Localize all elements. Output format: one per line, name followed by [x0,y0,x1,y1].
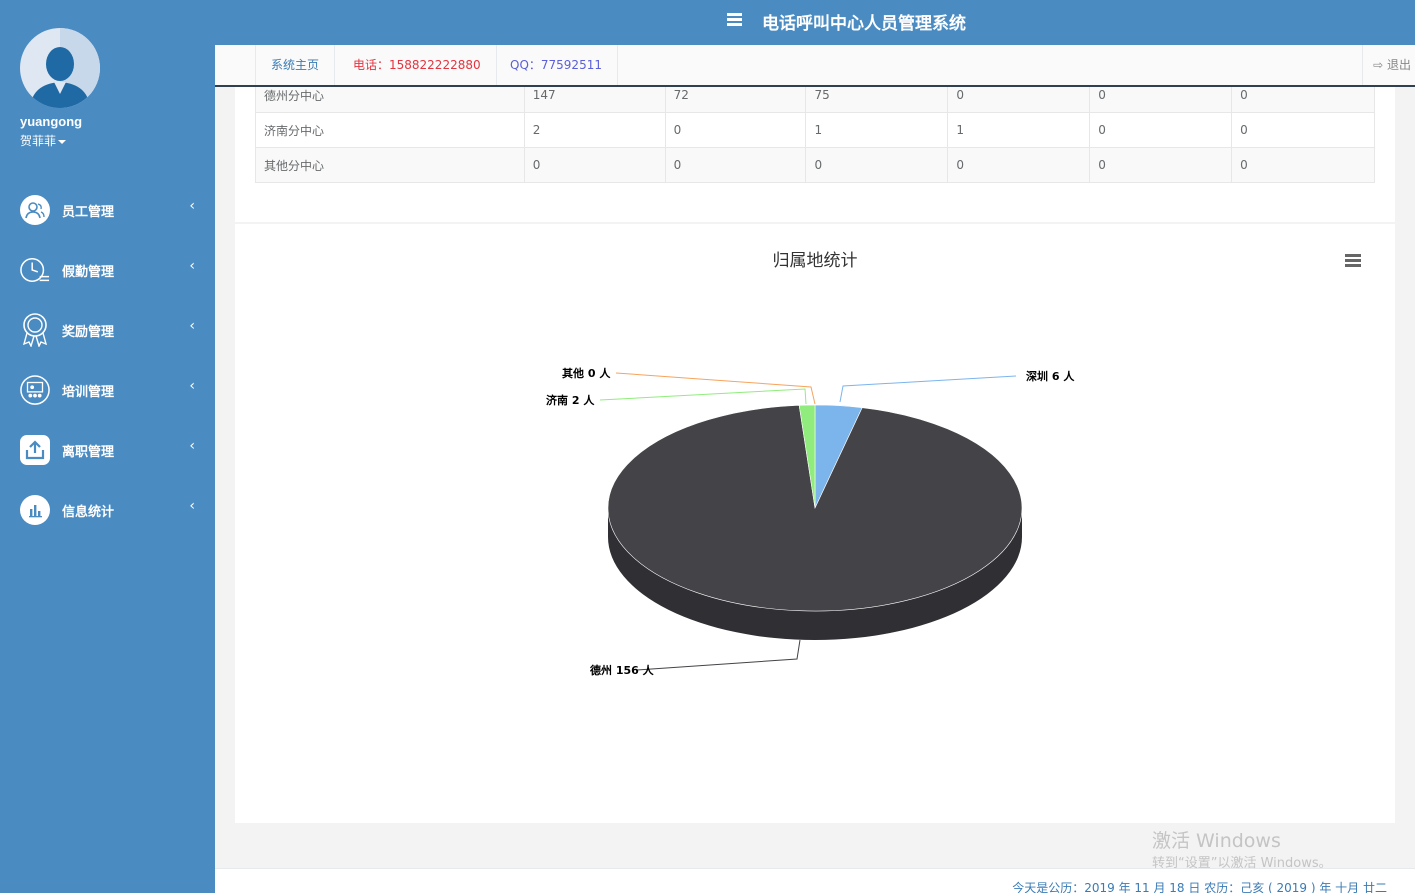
upload-icon [20,435,50,465]
caret-down-icon [58,139,67,144]
watermark-subtitle: 转到“设置”以激活 Windows。 [1152,856,1332,871]
table-cell: 0 [1231,87,1375,113]
table-cell: 0 [1089,87,1233,113]
bar-chart-icon [20,495,50,525]
award-icon [20,313,50,347]
username: yuangong [20,114,83,129]
sidebar-item-rewards[interactable]: 奖励管理 ‹ [0,300,215,360]
pie-label-深圳: 深圳 6 人 [1026,369,1075,383]
pie-connector-济南 [599,388,807,405]
table-cell: 0 [664,112,807,148]
table-cell: 0 [1089,112,1233,148]
pie-label-其他: 其他 0 人 [562,366,611,380]
table-cell: 1 [805,112,949,148]
pie-connector-德州 [636,639,801,671]
footer: 今天是公历：2019 年 11 月 18 日 农历：己亥 ( 2019 ) 年 … [215,868,1415,893]
table-cell: 75 [805,87,949,113]
tab-phone[interactable]: 电话：158822222880 [338,45,497,85]
logout-button[interactable]: ⇨ 退出 [1362,45,1415,85]
top-header: 电话呼叫中心人员管理系统 [215,0,1415,45]
table-cell: 0 [664,147,807,183]
chevron-left-icon: ‹ [189,258,195,274]
sidebar-item-statistics[interactable]: 信息统计 ‹ [0,480,215,540]
sidebar-item-label: 信息统计 [62,504,115,520]
table-cell-center: 德州分中心 [255,87,525,113]
footer-date: 今天是公历：2019 年 11 月 18 日 农历：己亥 ( 2019 ) 年 … [1012,881,1387,893]
hamburger-menu-icon[interactable] [727,13,742,26]
pie-label-济南: 济南 2 人 [546,393,595,407]
sidebar-item-label: 离职管理 [62,444,115,460]
chevron-left-icon: ‹ [189,198,195,214]
watermark-title: 激活 Windows [1152,830,1281,852]
table-cell: 0 [523,147,666,183]
table-cell: 0 [1231,147,1375,183]
tab-qq[interactable]: QQ：77592511 [495,45,618,85]
tabs-bar: 系统主页 电话：158822222880 QQ：77592511 ⇨ 退出 [215,45,1415,87]
chevron-left-icon: ‹ [189,498,195,514]
table-cell-center: 济南分中心 [255,112,525,148]
pie-label-德州: 德州 156 人 [589,663,655,677]
sidebar-item-label: 培训管理 [62,384,115,400]
sidebar-item-resignation[interactable]: 离职管理 ‹ [0,420,215,480]
sidebar-item-label: 假勤管理 [62,264,115,280]
table-cell: 0 [947,87,1091,113]
chart-panel: 归属地统计 深圳 6 人德州 156 人济南 2 人其他 0 人 [235,224,1395,823]
table-cell: 0 [1089,147,1233,183]
stats-table: 德州分中心 147 72 75 0 0 0 济南分中心 2 0 1 1 0 0 其他分中心 0 0 0 0 0 0 [255,87,1375,183]
sidebar-item-staff[interactable]: 员工管理 ‹ [0,180,215,240]
user-avatar-icon [30,47,90,108]
table-row: 济南分中心 2 0 1 1 0 0 [255,112,1375,148]
sidebar-nav: 员工管理 ‹ 假勤管理 ‹ 奖励管理 ‹ 培训管理 ‹ 离职管理 ‹ 信息统计 … [0,180,215,540]
chevron-left-icon: ‹ [189,438,195,454]
chevron-left-icon: ‹ [189,318,195,334]
sidebar-item-label: 奖励管理 [62,324,115,340]
sidebar-item-training[interactable]: 培训管理 ‹ [0,360,215,420]
table-cell: 0 [805,147,949,183]
training-icon [20,375,50,405]
chevron-left-icon: ‹ [189,378,195,394]
sidebar: yuangong 贺菲菲 员工管理 ‹ 假勤管理 ‹ 奖励管理 ‹ 培训管理 ‹… [0,0,215,893]
table-cell-center: 其他分中心 [255,147,525,183]
user-dropdown[interactable]: 贺菲菲 [20,132,67,149]
page-title: 电话呼叫中心人员管理系统 [762,14,966,34]
stats-table-panel: 德州分中心 147 72 75 0 0 0 济南分中心 2 0 1 1 0 0 其他分中心 0 0 0 0 0 0 [235,87,1395,222]
table-cell: 72 [664,87,807,113]
pie-chart: 深圳 6 人德州 156 人 济南 2 人 其他 0 人 [546,366,1075,677]
clock-icon [20,255,50,285]
tab-home[interactable]: 系统主页 [255,45,336,85]
main-content: 德州分中心 147 72 75 0 0 0 济南分中心 2 0 1 1 0 0 其他分中心 0 0 0 0 0 0 归属… [215,87,1415,868]
logout-label: 退出 [1386,58,1411,72]
sidebar-item-label: 员工管理 [62,204,115,220]
user-realname: 贺菲菲 [20,134,57,148]
table-row: 德州分中心 147 72 75 0 0 0 [255,87,1375,113]
avatar[interactable] [20,28,100,108]
table-cell: 147 [523,87,666,113]
pie-connector-深圳 [839,375,1017,403]
sidebar-item-attendance[interactable]: 假勤管理 ‹ [0,240,215,300]
pie-connector-其他 [615,372,816,405]
table-cell: 2 [523,112,666,148]
sign-out-icon: ⇨ [1373,58,1384,72]
staff-icon [20,195,50,225]
table-cell: 0 [947,147,1091,183]
table-cell: 0 [1231,112,1375,148]
table-row: 其他分中心 0 0 0 0 0 0 [255,147,1375,183]
table-cell: 1 [947,112,1091,148]
